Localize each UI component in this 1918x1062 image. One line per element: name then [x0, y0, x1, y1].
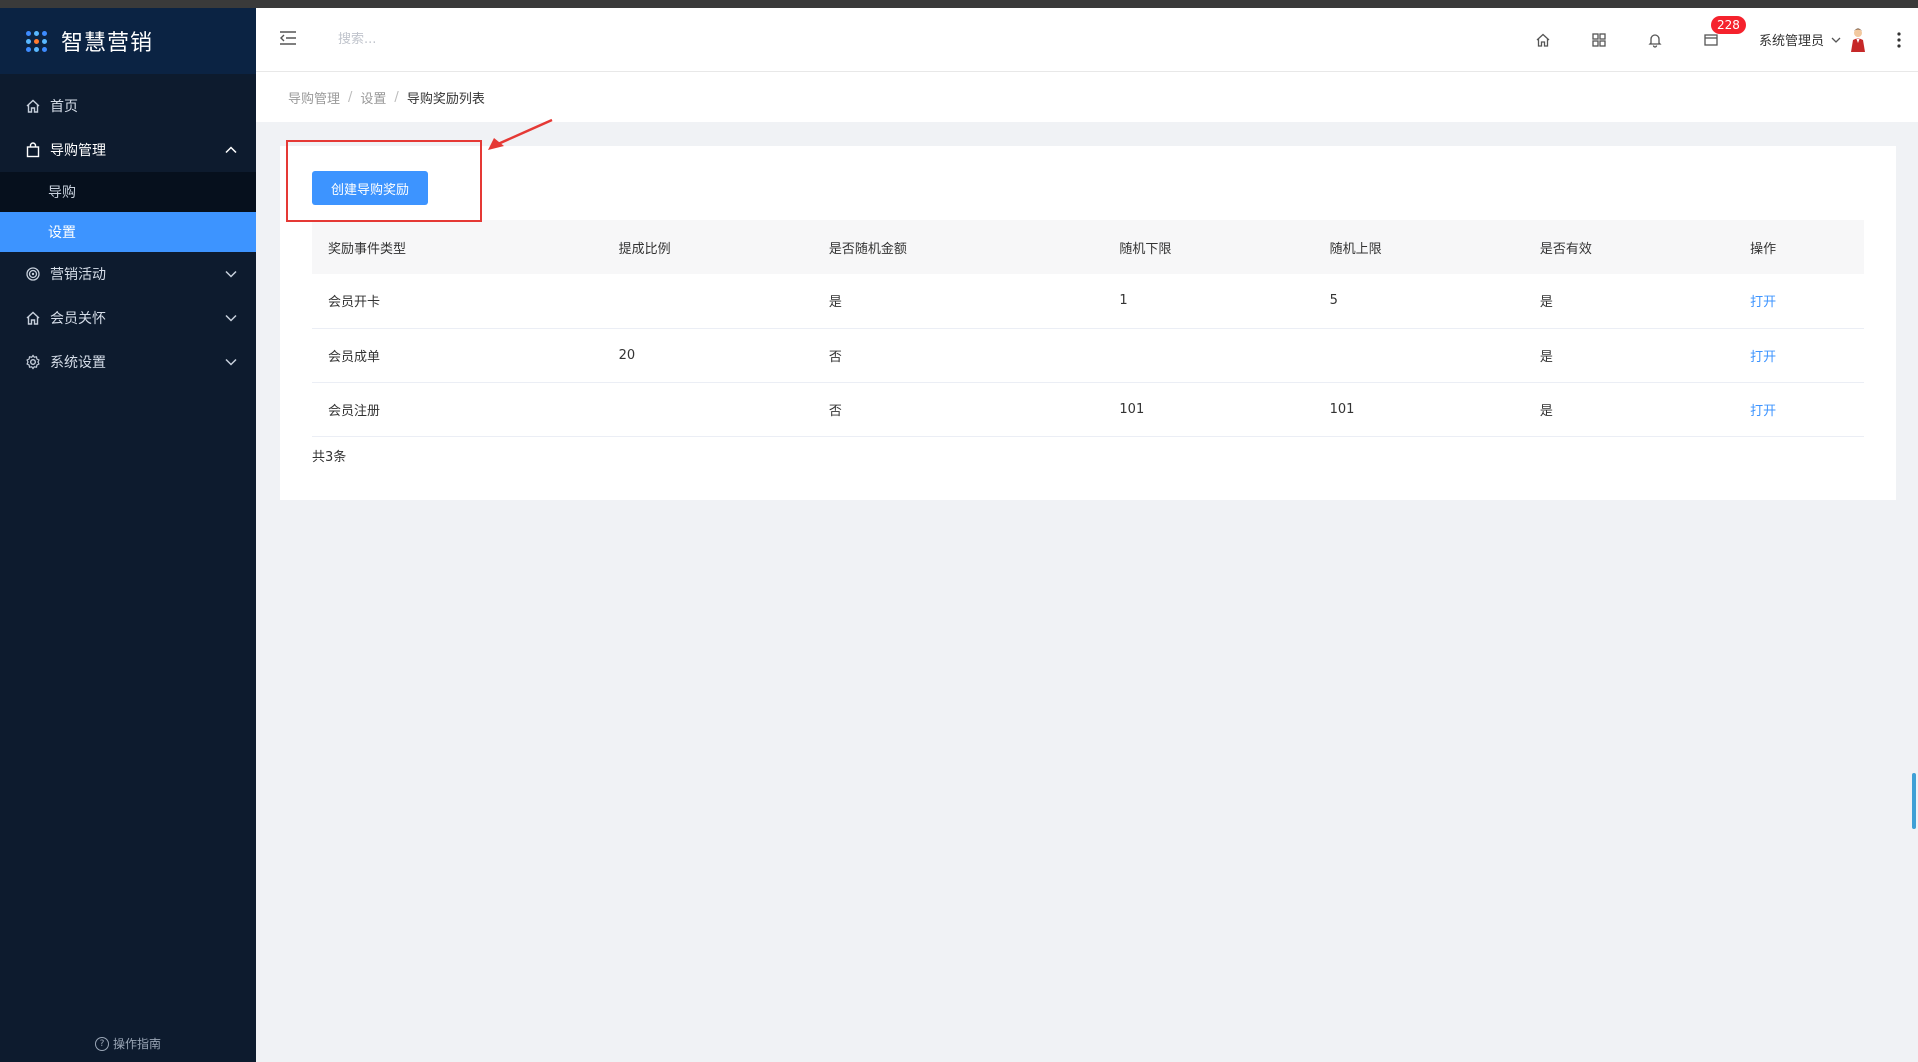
column-header: 奖励事件类型 [312, 220, 603, 274]
breadcrumb-separator: / [394, 89, 399, 105]
total-count: 共3条 [312, 450, 347, 465]
breadcrumb-separator: / [348, 89, 353, 105]
apps-grid-icon [1592, 32, 1606, 47]
search-input[interactable] [338, 32, 638, 47]
table-cell: 否 [812, 382, 1104, 437]
sidebar-item-marketing[interactable]: 营销活动 [0, 252, 256, 296]
sidebar-subitem-settings[interactable]: 设置 [0, 212, 256, 252]
breadcrumb-item[interactable]: 导购管理 [288, 88, 340, 107]
table-cell [1313, 328, 1524, 383]
messages-button[interactable]: 228 [1683, 8, 1746, 72]
message-box-icon [1704, 33, 1718, 46]
sidebar-item-member-care[interactable]: 会员关怀 [0, 296, 256, 340]
reward-list-card: 创建导购奖励 奖励事件类型 提成比例 是否随机金额 随机下限 随机上限 是否有效… [280, 146, 1896, 500]
scrollbar-thumb[interactable] [1912, 773, 1916, 829]
chevron-down-icon [1831, 37, 1841, 43]
table-header-row: 奖励事件类型 提成比例 是否随机金额 随机下限 随机上限 是否有效 操作 [312, 220, 1864, 274]
top-header: 228 系统管理员 [256, 8, 1918, 72]
home-icon [24, 97, 42, 115]
table-row: 会员开卡 是 1 5 是 打开 [312, 274, 1864, 329]
table-cell: 101 [1313, 382, 1524, 437]
column-header: 操作 [1734, 220, 1864, 274]
target-icon [24, 265, 42, 283]
column-header: 随机下限 [1103, 220, 1314, 274]
avatar [1851, 28, 1865, 52]
sidebar-item-label: 会员关怀 [50, 311, 106, 327]
home-icon [1536, 33, 1550, 47]
sidebar-subitem-guide[interactable]: 导购 [0, 172, 256, 212]
table-row: 会员注册 否 101 101 是 打开 [312, 382, 1864, 437]
logo[interactable]: 智慧营销 [0, 8, 256, 74]
sidebar-item-system-settings[interactable]: 系统设置 [0, 340, 256, 384]
table-cell [1103, 328, 1314, 383]
home-icon [24, 309, 42, 327]
breadcrumb-current: 导购奖励列表 [406, 91, 485, 107]
apps-button[interactable] [1571, 8, 1627, 72]
gear-icon [24, 353, 42, 371]
table-cell: 101 [1103, 382, 1314, 437]
notifications-button[interactable] [1627, 8, 1683, 72]
column-header: 提成比例 [602, 220, 813, 274]
open-link[interactable]: 打开 [1734, 382, 1864, 437]
guide-label: 操作指南 [112, 1037, 161, 1051]
header-icons: 228 系统管理员 [1515, 8, 1918, 72]
sidebar-item-label: 营销活动 [50, 267, 106, 283]
sidebar-item-label: 导购管理 [50, 143, 106, 159]
operation-guide-link[interactable]: ? 操作指南 [0, 1035, 256, 1052]
table-cell: 5 [1313, 274, 1524, 329]
annotation-arrow-icon [488, 118, 553, 150]
table-cell: 否 [812, 328, 1104, 383]
table-cell: 是 [1523, 328, 1735, 383]
open-link[interactable]: 打开 [1734, 274, 1864, 329]
annotation-highlight-box [286, 140, 482, 222]
reward-table: 奖励事件类型 提成比例 是否随机金额 随机下限 随机上限 是否有效 操作 会员开… [312, 220, 1864, 437]
submenu-guide-management: 导购 设置 [0, 172, 256, 252]
table-row: 会员成单 20 否 是 打开 [312, 328, 1864, 383]
breadcrumb: 导购管理 / 设置 / 导购奖励列表 [256, 72, 1918, 122]
collapse-menu-icon[interactable] [278, 30, 298, 50]
chevron-up-icon [225, 146, 237, 154]
open-link[interactable]: 打开 [1734, 328, 1864, 383]
more-options-button[interactable] [1884, 31, 1914, 48]
chevron-down-icon [225, 314, 237, 322]
sidebar-item-home[interactable]: 首页 [0, 84, 256, 128]
help-icon: ? [94, 1036, 109, 1051]
message-count-badge: 228 [1710, 15, 1746, 34]
chevron-down-icon [225, 358, 237, 366]
app-title: 智慧营销 [61, 31, 154, 56]
table-cell [602, 382, 813, 437]
sidebar-item-label: 系统设置 [50, 355, 106, 371]
home-button[interactable] [1515, 8, 1571, 72]
table-cell: 1 [1103, 274, 1314, 329]
sidebar: 智慧营销 首页 导购管理 导购 设置 营销活动 会员关怀 系统设置 ? 操作指南 [0, 8, 256, 1062]
sidebar-menu: 首页 导购管理 导购 设置 营销活动 会员关怀 系统设置 [0, 84, 256, 384]
table-cell: 会员成单 [312, 328, 603, 383]
table-cell: 是 [1523, 382, 1735, 437]
chevron-down-icon [225, 270, 237, 278]
more-vertical-icon [1897, 31, 1901, 48]
table-cell: 20 [602, 328, 813, 383]
column-header: 是否有效 [1523, 220, 1735, 274]
table-cell: 是 [812, 274, 1104, 329]
table-cell: 会员开卡 [312, 274, 603, 329]
bag-icon [24, 141, 42, 159]
column-header: 随机上限 [1313, 220, 1524, 274]
sidebar-item-label: 首页 [50, 99, 78, 115]
table-cell: 会员注册 [312, 382, 603, 437]
user-name: 系统管理员 [1758, 34, 1824, 49]
column-header: 是否随机金额 [812, 220, 1104, 274]
bell-icon [1648, 33, 1662, 48]
logo-grid-icon [26, 30, 47, 52]
breadcrumb-item[interactable]: 设置 [360, 88, 386, 107]
user-menu[interactable]: 系统管理员 [1759, 27, 1868, 53]
table-cell: 是 [1523, 274, 1735, 329]
table-cell [602, 274, 813, 329]
sidebar-item-guide-management[interactable]: 导购管理 [0, 128, 256, 172]
